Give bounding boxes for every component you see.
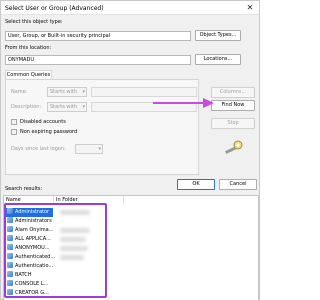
cancel-button[interactable]: Cancel	[219, 179, 257, 190]
object-type-field: User, Group, or Built-in security princi…	[5, 31, 191, 41]
chevron-down-icon: ▾	[82, 104, 85, 110]
title-bar: Select User or Group (Advanced) ✕	[1, 1, 259, 15]
chevron-down-icon: ▾	[98, 146, 101, 152]
columns-button[interactable]: Columns...	[211, 87, 255, 98]
description-mode-select[interactable]: Starts with ▾	[47, 102, 87, 112]
object-types-button[interactable]: Object Types...	[195, 30, 241, 41]
name-label: Name:	[11, 89, 28, 95]
locations-button[interactable]: Locations...	[195, 54, 241, 65]
location-field: ONYMADU	[5, 55, 191, 65]
window-title: Select User or Group (Advanced)	[5, 5, 104, 12]
description-label: Description:	[11, 104, 42, 110]
close-icon[interactable]: ✕	[245, 3, 255, 13]
arrow-icon	[153, 98, 214, 108]
find-now-button[interactable]: Find Now	[211, 100, 255, 111]
dialog-window: Select User or Group (Advanced) ✕ Select…	[0, 0, 260, 300]
search-results-label: Search results:	[5, 186, 43, 192]
ok-button[interactable]: OK	[177, 179, 215, 190]
stop-button[interactable]: Stop	[211, 118, 255, 129]
disabled-accounts-label: Disabled accounts	[20, 119, 66, 125]
non-expiring-label: Non expiring password	[20, 129, 78, 135]
name-mode-value: Starts with	[50, 89, 78, 95]
non-expiring-checkbox[interactable]	[11, 129, 17, 135]
days-since-logon-label: Days since last logon:	[11, 146, 66, 152]
days-since-logon-select[interactable]: ▾	[75, 144, 103, 154]
object-type-label: Select this object type:	[5, 19, 63, 25]
results-highlight	[4, 203, 107, 298]
description-mode-value: Starts with	[50, 104, 78, 110]
chevron-down-icon: ▾	[82, 89, 85, 95]
name-input[interactable]	[91, 87, 197, 97]
location-label: From this location:	[5, 45, 52, 51]
disabled-accounts-checkbox[interactable]	[11, 119, 17, 125]
search-key-icon	[225, 140, 243, 154]
name-mode-select[interactable]: Starts with ▾	[47, 87, 87, 97]
